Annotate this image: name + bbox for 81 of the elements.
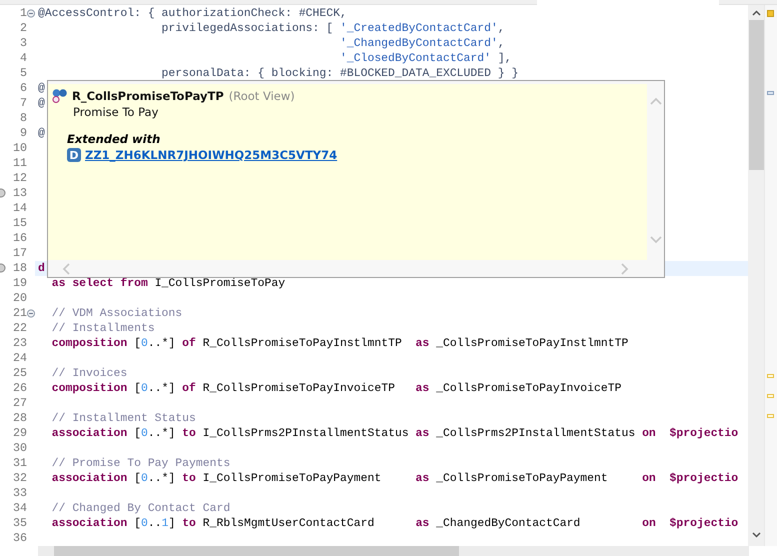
line-number: 22 bbox=[12, 320, 27, 336]
line-number: 26 bbox=[12, 380, 27, 396]
line-number: 32 bbox=[12, 470, 27, 486]
overview-marker[interactable] bbox=[767, 10, 774, 17]
line-number: 11 bbox=[12, 156, 27, 170]
code-line: association [0..1] to R_RblsMgmtUserContactCard as _ChangedByContactCard on $projectio bbox=[50, 516, 738, 530]
overview-marker[interactable] bbox=[767, 394, 774, 398]
line-number: 16 bbox=[12, 230, 27, 246]
code-line: // Installments bbox=[50, 320, 155, 336]
line-number: 1 bbox=[18, 6, 27, 20]
line-number: 15 bbox=[12, 216, 27, 230]
code-line: association [0..*] to I_CollsPromiseToPayPayment as _CollsPromiseToPayPayment on $projectio bbox=[50, 470, 738, 486]
code-line: composition [0..*] of R_CollsPromiseToPayInvoiceTP as _CollsPromiseToPayInvoiceTP bbox=[50, 380, 622, 396]
line-number: 24 bbox=[12, 350, 27, 366]
code-line: @ bbox=[38, 80, 45, 96]
collapse-icon[interactable] bbox=[27, 8, 35, 18]
popup-description: Promise To Pay bbox=[72, 105, 160, 119]
line-number: 7 bbox=[18, 96, 27, 110]
code-line: d bbox=[38, 260, 45, 276]
line-number: 5 bbox=[18, 66, 27, 80]
code-line: as select from I_CollsPromiseToPay bbox=[50, 276, 286, 290]
entity-icon bbox=[52, 88, 68, 104]
scroll-up-icon[interactable] bbox=[752, 10, 760, 16]
overview-marker[interactable] bbox=[767, 374, 774, 378]
extension-badge: D bbox=[67, 148, 81, 162]
line-number: 19 bbox=[12, 276, 27, 290]
marker-icon[interactable] bbox=[0, 188, 6, 198]
code-line: '_ChangedByContactCard', bbox=[338, 36, 505, 50]
scroll-down-icon[interactable] bbox=[752, 532, 760, 538]
code-line: privilegedAssociations: [ '_CreatedByContactCard', bbox=[160, 20, 505, 36]
code-line: @ bbox=[38, 126, 45, 140]
code-line: composition [0..*] of R_CollsPromiseToPayInstlmntTP as _CollsPromiseToPayInstlmntTP bbox=[50, 336, 628, 350]
line-number: 12 bbox=[12, 170, 27, 186]
popup-title: R_CollsPromiseToPayTP bbox=[72, 89, 224, 103]
line-number: 18 bbox=[12, 260, 27, 276]
line-number: 6 bbox=[18, 80, 27, 96]
line-number: 33 bbox=[12, 486, 27, 500]
line-number: 17 bbox=[12, 246, 27, 260]
line-number: 36 bbox=[12, 530, 27, 546]
line-number: 21 bbox=[12, 306, 27, 320]
line-number: 20 bbox=[12, 290, 27, 306]
line-number: 23 bbox=[12, 336, 27, 350]
collapse-icon[interactable] bbox=[27, 308, 35, 318]
extension-link[interactable]: ZZ1_ZH6KLNR7JHOIWHQ25M3C5VTY74 bbox=[85, 148, 338, 162]
line-number: 9 bbox=[18, 126, 27, 140]
line-number: 30 bbox=[12, 440, 27, 456]
code-line: // Promise To Pay Payments bbox=[50, 456, 230, 470]
popup-note: (Root View) bbox=[228, 89, 295, 103]
line-number: 34 bbox=[12, 500, 27, 516]
line-number: 8 bbox=[18, 110, 27, 126]
code-line: // Installment Status bbox=[50, 410, 196, 426]
code-line: // Invoices bbox=[50, 366, 128, 380]
marker-icon[interactable] bbox=[0, 263, 6, 273]
code-line: // VDM Associations bbox=[50, 306, 182, 320]
line-number: 10 bbox=[12, 140, 27, 156]
line-number: 31 bbox=[12, 456, 27, 470]
line-number: 29 bbox=[12, 426, 27, 440]
line-number: 4 bbox=[18, 50, 27, 66]
line-number: 14 bbox=[12, 200, 27, 216]
scrollbar-thumb[interactable] bbox=[748, 20, 764, 170]
code-line: @ bbox=[38, 96, 45, 110]
code-line: association [0..*] to I_CollsPrms2PInstallmentStatus as _CollsPrms2PInstallmentStatus on $projectio bbox=[50, 426, 738, 440]
line-number: 35 bbox=[12, 516, 27, 530]
line-number: 13 bbox=[12, 186, 27, 200]
code-line: // Changed By Contact Card bbox=[50, 500, 230, 516]
code-line: '_ClosedByContactCard' ], bbox=[338, 50, 512, 66]
line-number: 3 bbox=[18, 36, 27, 50]
line-number: 27 bbox=[12, 396, 27, 410]
scroll-right-icon[interactable] bbox=[621, 262, 629, 274]
line-number: 25 bbox=[12, 366, 27, 380]
line-number: 28 bbox=[12, 410, 27, 426]
overview-marker[interactable] bbox=[767, 414, 774, 418]
scroll-left-icon[interactable] bbox=[62, 262, 70, 274]
code-line: @AccessControl: { authorizationCheck: #CHECK, bbox=[38, 6, 347, 20]
overview-marker[interactable] bbox=[767, 91, 774, 95]
vertical-scrollbar[interactable] bbox=[748, 5, 764, 546]
line-number: 2 bbox=[18, 20, 27, 36]
scrollbar-thumb[interactable] bbox=[54, 546, 459, 556]
horizontal-scrollbar[interactable] bbox=[38, 546, 749, 556]
code-line: personalData: { blocking: #BLOCKED_DATA_EXCLUDED } } bbox=[160, 66, 518, 80]
section-heading: Extended with bbox=[66, 132, 162, 146]
